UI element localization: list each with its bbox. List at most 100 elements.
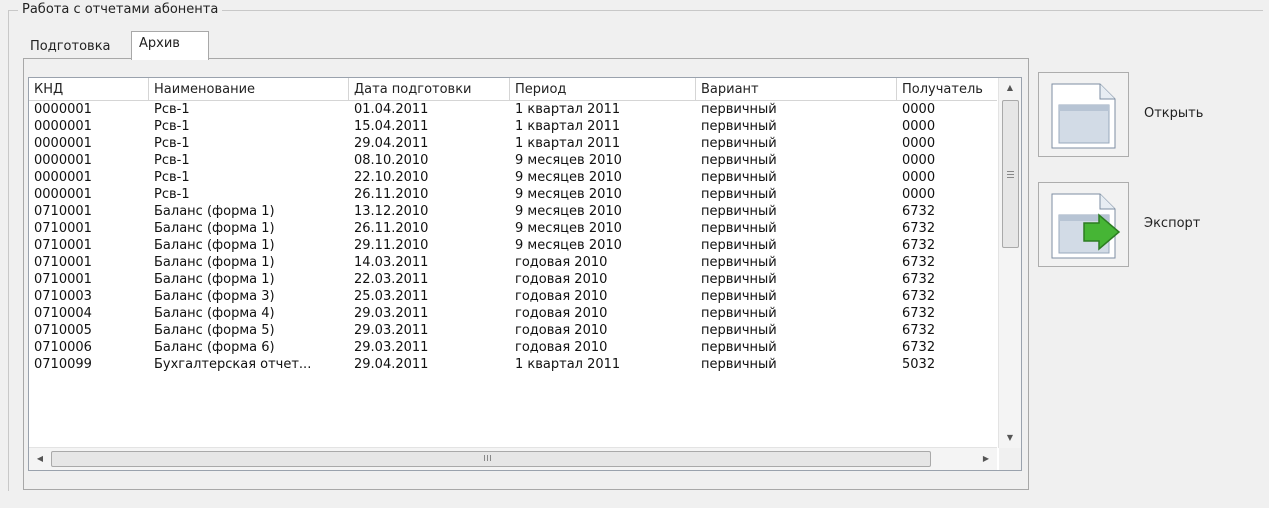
- table-cell: первичный: [701, 102, 777, 117]
- table-cell: годовая 2010: [515, 272, 608, 287]
- table-cell: 0000: [902, 153, 936, 168]
- table-cell: 22.03.2011: [354, 272, 429, 287]
- table-cell: годовая 2010: [515, 289, 608, 304]
- open-button[interactable]: [1038, 72, 1129, 157]
- table-cell: 0000001: [34, 170, 92, 185]
- column-header-variant[interactable]: Вариант: [696, 78, 897, 100]
- table-row[interactable]: 0710099 Бухгалтерская отчет... 29.04.2011 1…: [29, 356, 997, 373]
- table-row[interactable]: 0000001 Рсв-1 15.04.2011 1 квартал 2011 перв…: [29, 118, 997, 135]
- table-row[interactable]: 0710004 Баланс (форма 4) 29.03.2011 годовая…: [29, 305, 997, 322]
- column-header-name[interactable]: Наименование: [149, 78, 349, 100]
- table-cell: первичный: [701, 153, 777, 168]
- table-cell: 6732: [902, 306, 936, 321]
- table-cell: 6732: [902, 255, 936, 270]
- table-row[interactable]: 0710001 Баланс (форма 1) 22.03.2011 годовая…: [29, 271, 997, 288]
- table-row[interactable]: 0710001 Баланс (форма 1) 29.11.2010 9 месяц…: [29, 237, 997, 254]
- table-row[interactable]: 0000001 Рсв-1 29.04.2011 1 квартал 2011 перв…: [29, 135, 997, 152]
- table-row[interactable]: 0710003 Баланс (форма 3) 25.03.2011 годовая…: [29, 288, 997, 305]
- table-cell: 0000001: [34, 187, 92, 202]
- table-row[interactable]: 0710001 Баланс (форма 1) 14.03.2011 годовая…: [29, 254, 997, 271]
- table-cell: Баланс (форма 6): [154, 340, 275, 355]
- table-row[interactable]: 0000001 Рсв-1 08.10.2010 9 месяцев 2010 перв…: [29, 152, 997, 169]
- table-row[interactable]: 0710006 Баланс (форма 6) 29.03.2011 годовая…: [29, 339, 997, 356]
- tab-archive[interactable]: Архив: [131, 31, 209, 60]
- table-cell: 26.11.2010: [354, 187, 429, 202]
- table-cell: 0000001: [34, 136, 92, 151]
- tab-preparation[interactable]: Подготовка: [23, 36, 129, 58]
- table-header: КНД Наименование Дата подготовки Период …: [29, 78, 997, 101]
- table-cell: 0000: [902, 102, 936, 117]
- table-row[interactable]: 0000001 Рсв-1 26.11.2010 9 месяцев 2010 перв…: [29, 186, 997, 203]
- table-cell: 0710001: [34, 204, 92, 219]
- export-arrow-icon: [1051, 193, 1121, 259]
- column-header-period[interactable]: Период: [510, 78, 696, 100]
- table-cell: 25.03.2011: [354, 289, 429, 304]
- table-cell: Рсв-1: [154, 187, 190, 202]
- table-cell: 6732: [902, 238, 936, 253]
- table-cell: 6732: [902, 289, 936, 304]
- column-header-prep-date[interactable]: Дата подготовки: [349, 78, 510, 100]
- table-cell: 0710099: [34, 357, 92, 372]
- table-cell: 6732: [902, 272, 936, 287]
- table-cell: первичный: [701, 204, 777, 219]
- vertical-scroll-thumb[interactable]: [1002, 100, 1019, 248]
- table-cell: 14.03.2011: [354, 255, 429, 270]
- table-row[interactable]: 0710001 Баланс (форма 1) 13.12.2010 9 месяц…: [29, 203, 997, 220]
- table-cell: Баланс (форма 1): [154, 255, 275, 270]
- groupbox-title: Работа с отчетами абонента: [18, 2, 223, 17]
- table-cell: первичный: [701, 306, 777, 321]
- reports-table[interactable]: КНД Наименование Дата подготовки Период …: [28, 77, 1022, 471]
- table-cell: Баланс (форма 1): [154, 272, 275, 287]
- table-cell: Баланс (форма 3): [154, 289, 275, 304]
- table-cell: Рсв-1: [154, 102, 190, 117]
- table-cell: 0710001: [34, 221, 92, 236]
- table-row[interactable]: 0000001 Рсв-1 22.10.2010 9 месяцев 2010 перв…: [29, 169, 997, 186]
- table-cell: 29.03.2011: [354, 306, 429, 321]
- table-cell: первичный: [701, 289, 777, 304]
- column-header-knd[interactable]: КНД: [29, 78, 149, 100]
- table-cell: 1 квартал 2011: [515, 119, 621, 134]
- table-cell: первичный: [701, 238, 777, 253]
- table-cell: 15.04.2011: [354, 119, 429, 134]
- vertical-scrollbar[interactable]: ▲ ▼: [998, 78, 1021, 448]
- table-cell: Рсв-1: [154, 153, 190, 168]
- scroll-right-icon[interactable]: ▶: [975, 449, 997, 469]
- table-cell: Бухгалтерская отчет...: [154, 357, 312, 372]
- table-row[interactable]: 0710005 Баланс (форма 5) 29.03.2011 годовая…: [29, 322, 997, 339]
- table-cell: 26.11.2010: [354, 221, 429, 236]
- table-cell: годовая 2010: [515, 323, 608, 338]
- table-cell: Рсв-1: [154, 119, 190, 134]
- table-row[interactable]: 0000001 Рсв-1 01.04.2011 1 квартал 2011 перв…: [29, 101, 997, 118]
- table-cell: 6732: [902, 221, 936, 236]
- table-cell: годовая 2010: [515, 306, 608, 321]
- table-cell: 9 месяцев 2010: [515, 238, 622, 253]
- table-cell: 0710005: [34, 323, 92, 338]
- horizontal-scrollbar[interactable]: ◀ ▶: [29, 447, 997, 470]
- table-cell: 22.10.2010: [354, 170, 429, 185]
- table-cell: 29.03.2011: [354, 323, 429, 338]
- table-cell: 6732: [902, 340, 936, 355]
- table-cell: 29.11.2010: [354, 238, 429, 253]
- export-button[interactable]: [1038, 182, 1129, 267]
- table-cell: годовая 2010: [515, 255, 608, 270]
- scroll-left-icon[interactable]: ◀: [29, 449, 51, 469]
- table-cell: 0710004: [34, 306, 92, 321]
- scroll-down-icon[interactable]: ▼: [999, 428, 1021, 448]
- table-cell: годовая 2010: [515, 340, 608, 355]
- table-cell: первичный: [701, 255, 777, 270]
- table-cell: 0710001: [34, 255, 92, 270]
- table-cell: первичный: [701, 136, 777, 151]
- open-label: Открыть: [1144, 106, 1204, 121]
- table-row[interactable]: 0710001 Баланс (форма 1) 26.11.2010 9 месяц…: [29, 220, 997, 237]
- table-cell: 6732: [902, 323, 936, 338]
- horizontal-scroll-thumb[interactable]: [51, 451, 931, 467]
- table-cell: 0000: [902, 119, 936, 134]
- scroll-up-icon[interactable]: ▲: [999, 78, 1021, 98]
- table-cell: первичный: [701, 272, 777, 287]
- table-cell: 9 месяцев 2010: [515, 153, 622, 168]
- table-cell: 1 квартал 2011: [515, 357, 621, 372]
- table-cell: 29.03.2011: [354, 340, 429, 355]
- column-header-recipient[interactable]: Получатель: [897, 78, 997, 100]
- table-cell: Баланс (форма 1): [154, 204, 275, 219]
- table-cell: 0000001: [34, 153, 92, 168]
